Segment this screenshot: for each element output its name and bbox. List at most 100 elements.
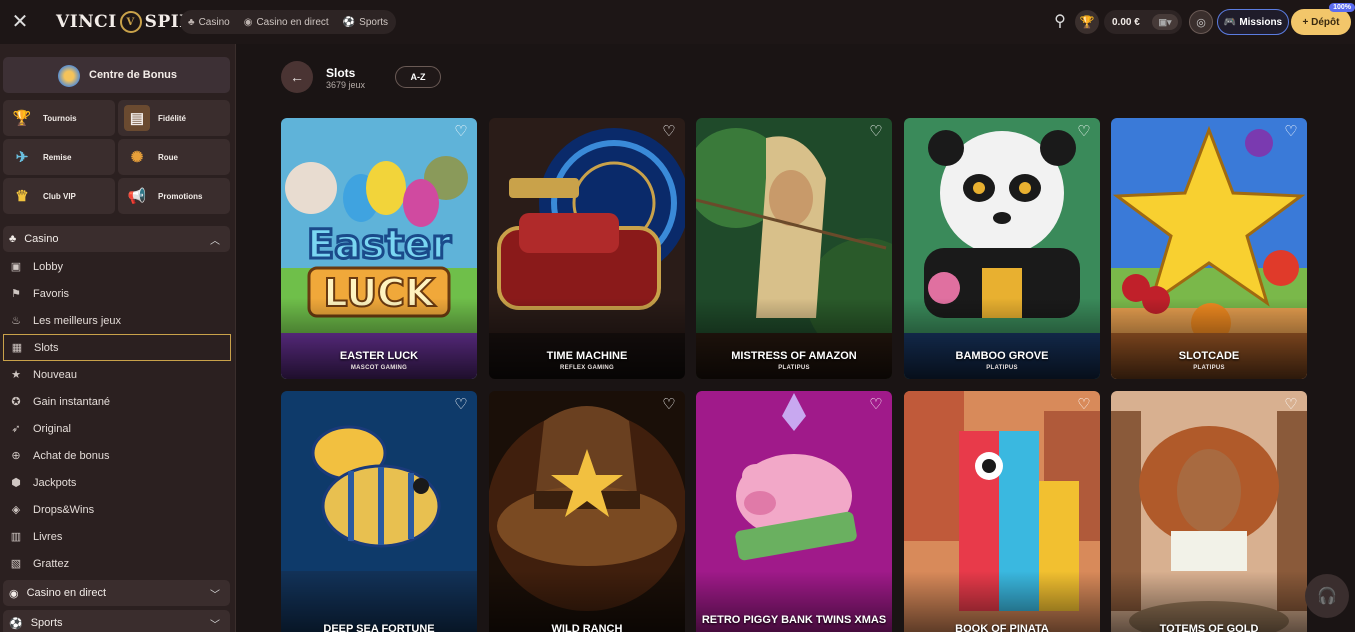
game-provider: PLATIPUS — [986, 365, 1018, 371]
live-casino-section-toggle[interactable]: ◉ Casino en direct ﹀ — [3, 580, 230, 606]
tile-loyalty[interactable]: ▤ Fidélité — [118, 100, 230, 136]
game-card-easter-luck[interactable]: Easter LUCK ♡ EASTER LUCK MASCOT GAMING — [281, 118, 477, 379]
game-card-slotcade[interactable]: ♡ SLOTCADE PLATIPUS — [1111, 118, 1307, 379]
search-icon[interactable]: ⚲ — [1050, 11, 1070, 31]
ball-icon: ⚽ — [9, 617, 23, 630]
deposit-label: Dépôt — [1311, 16, 1340, 28]
sports-section-toggle[interactable]: ⚽ Sports ﹀ — [3, 610, 230, 632]
tile-label: Club VIP — [43, 191, 76, 201]
quick-tiles: 🏆 Tournois ▤ Fidélité ✈ Remise ✺ Roue ♛ … — [3, 100, 230, 214]
game-card-bamboo-grove[interactable]: ♡ BAMBOO GROVE PLATIPUS — [904, 118, 1100, 379]
heart-icon[interactable]: ♡ — [1283, 397, 1299, 413]
trophy-icon[interactable]: 🏆 — [1075, 10, 1099, 34]
game-name: TIME MACHINE — [546, 350, 628, 362]
game-card-time-machine[interactable]: ♡ TIME MACHINE REFLEX GAMING — [489, 118, 685, 379]
tile-wheel[interactable]: ✺ Roue — [118, 139, 230, 175]
game-card-deep-sea-fortune[interactable]: ♡ DEEP SEA FORTUNE — [281, 391, 477, 632]
logo-text-left: VINCI — [56, 12, 117, 32]
sidebar-item-favorites[interactable]: ⚑ Favoris — [3, 280, 231, 307]
balance-display[interactable]: 0.00 € ▣▾ — [1104, 10, 1182, 34]
deposit-button[interactable]: + Dépôt 100% — [1291, 3, 1355, 35]
sidebar-item-original[interactable]: ➶ Original — [3, 415, 231, 442]
heart-icon[interactable]: ♡ — [453, 397, 469, 413]
tile-label: Promotions — [158, 191, 203, 201]
bonus-center-button[interactable]: Centre de Bonus — [3, 57, 230, 93]
bonus-center-label: Centre de Bonus — [89, 69, 178, 81]
tile-label: Fidélité — [158, 113, 187, 123]
sidebar-item-books[interactable]: ▥ Livres — [3, 523, 231, 550]
casino-section-label: Casino — [24, 233, 59, 245]
heart-icon[interactable]: ♡ — [453, 124, 469, 140]
tile-promotions[interactable]: 📢 Promotions — [118, 178, 230, 214]
heart-icon[interactable]: ♡ — [1076, 124, 1092, 140]
sidebar-item-instant-win[interactable]: ✪ Gain instantané — [3, 388, 231, 415]
logo[interactable]: VINCI V SPIN — [56, 10, 195, 34]
game-provider: REFLEX GAMING — [560, 365, 614, 371]
heart-icon[interactable]: ♡ — [1076, 397, 1092, 413]
nav-live-casino-label: Casino en direct — [256, 16, 329, 28]
sidebar-item-top-games[interactable]: ♨ Les meilleurs jeux — [3, 307, 231, 334]
back-arrow-icon[interactable]: ← — [281, 61, 313, 93]
page-title: Slots — [326, 66, 356, 80]
tile-label: Roue — [158, 152, 178, 162]
game-card-retro-piggy-bank-twins-xmas[interactable]: ♡ RETRO PIGGY BANK TWINS XMAS — [696, 391, 892, 632]
sort-az-button[interactable]: A-Z — [395, 66, 441, 88]
lobby-icon: ▣ — [10, 261, 22, 273]
deposit-badge: 100% — [1329, 3, 1355, 12]
nav-live-casino[interactable]: ◉ Casino en direct — [244, 17, 329, 28]
sidebar-item-bonus-buy[interactable]: ⊕ Achat de bonus — [3, 442, 231, 469]
game-name: RETRO PIGGY BANK TWINS XMAS — [701, 614, 887, 626]
game-provider: PLATIPUS — [778, 365, 810, 371]
game-name: TOTEMS OF GOLD — [1159, 623, 1259, 632]
heart-icon[interactable]: ♡ — [868, 397, 884, 413]
sidebar-item-label: Gain instantané — [33, 395, 111, 408]
sidebar-item-scratch[interactable]: ▧ Grattez — [3, 550, 231, 577]
sidebar-item-label: Achat de bonus — [33, 449, 110, 462]
avatar[interactable]: ◎ — [1189, 10, 1213, 34]
heart-icon[interactable]: ♡ — [1283, 124, 1299, 140]
cart-icon: ⊕ — [11, 450, 21, 462]
casino-section-toggle[interactable]: ♣ Casino ︿ — [3, 226, 230, 252]
close-icon[interactable]: ✕ — [10, 12, 30, 32]
missions-label: Missions — [1239, 16, 1283, 28]
wallet-dropdown-icon[interactable]: ▣▾ — [1152, 14, 1178, 30]
flag-icon: ⚑ — [11, 288, 21, 300]
logo-emblem-icon: V — [119, 11, 142, 33]
fire-icon: ♨ — [11, 315, 21, 327]
heart-icon[interactable]: ♡ — [661, 397, 677, 413]
sidebar-item-jackpots[interactable]: ⬢ Jackpots — [3, 469, 231, 496]
sidebar-item-lobby[interactable]: ▣ Lobby — [3, 253, 231, 280]
nav-sports-label: Sports — [359, 16, 389, 28]
game-provider: MASCOT GAMING — [350, 365, 408, 371]
game-card-book-of-pinata[interactable]: ♡ BOOK OF PINATA — [904, 391, 1100, 632]
game-name: DEEP SEA FORTUNE — [323, 623, 435, 632]
missions-button[interactable]: 🎮 Missions — [1217, 9, 1289, 35]
tile-vip-club[interactable]: ♛ Club VIP — [3, 178, 115, 214]
game-card-wild-ranch[interactable]: ♡ WILD RANCH — [489, 391, 685, 632]
game-card-totems-of-gold[interactable]: ♡ TOTEMS OF GOLD — [1111, 391, 1307, 632]
nav-casino[interactable]: ♣ Casino — [188, 17, 230, 28]
live-icon: ◉ — [9, 587, 19, 600]
heart-icon[interactable]: ♡ — [661, 124, 677, 140]
star-icon: ★ — [11, 369, 21, 381]
heart-icon[interactable]: ♡ — [868, 124, 884, 140]
sidebar-item-slots[interactable]: ▦ Slots — [3, 334, 231, 361]
sidebar-item-drops-wins[interactable]: ◈ Drops&Wins — [3, 496, 231, 523]
support-headset-icon[interactable]: 🎧 — [1305, 574, 1349, 618]
tile-tournaments[interactable]: 🏆 Tournois — [3, 100, 115, 136]
cashback-icon: ✈ — [15, 149, 29, 166]
sidebar-item-label: Lobby — [33, 260, 63, 273]
game-card-mistress-of-amazon[interactable]: ♡ MISTRESS OF AMAZON PLATIPUS — [696, 118, 892, 379]
chest-icon: ▤ — [124, 105, 150, 131]
plus-icon: + — [1302, 16, 1312, 28]
sidebar-item-new[interactable]: ★ Nouveau — [3, 361, 231, 388]
tile-cashback[interactable]: ✈ Remise — [3, 139, 115, 175]
game-provider: PLATIPUS — [1193, 365, 1225, 371]
sidebar-item-label: Jackpots — [33, 476, 77, 489]
sidebar-item-label: Favoris — [33, 287, 70, 300]
live-casino-section-label: Casino en direct — [26, 587, 107, 599]
trophy-icon: 🏆 — [12, 110, 32, 127]
scratch-icon: ▧ — [10, 558, 22, 570]
game-name: MISTRESS OF AMAZON — [731, 350, 857, 362]
nav-sports[interactable]: ⚽ Sports — [343, 17, 388, 28]
